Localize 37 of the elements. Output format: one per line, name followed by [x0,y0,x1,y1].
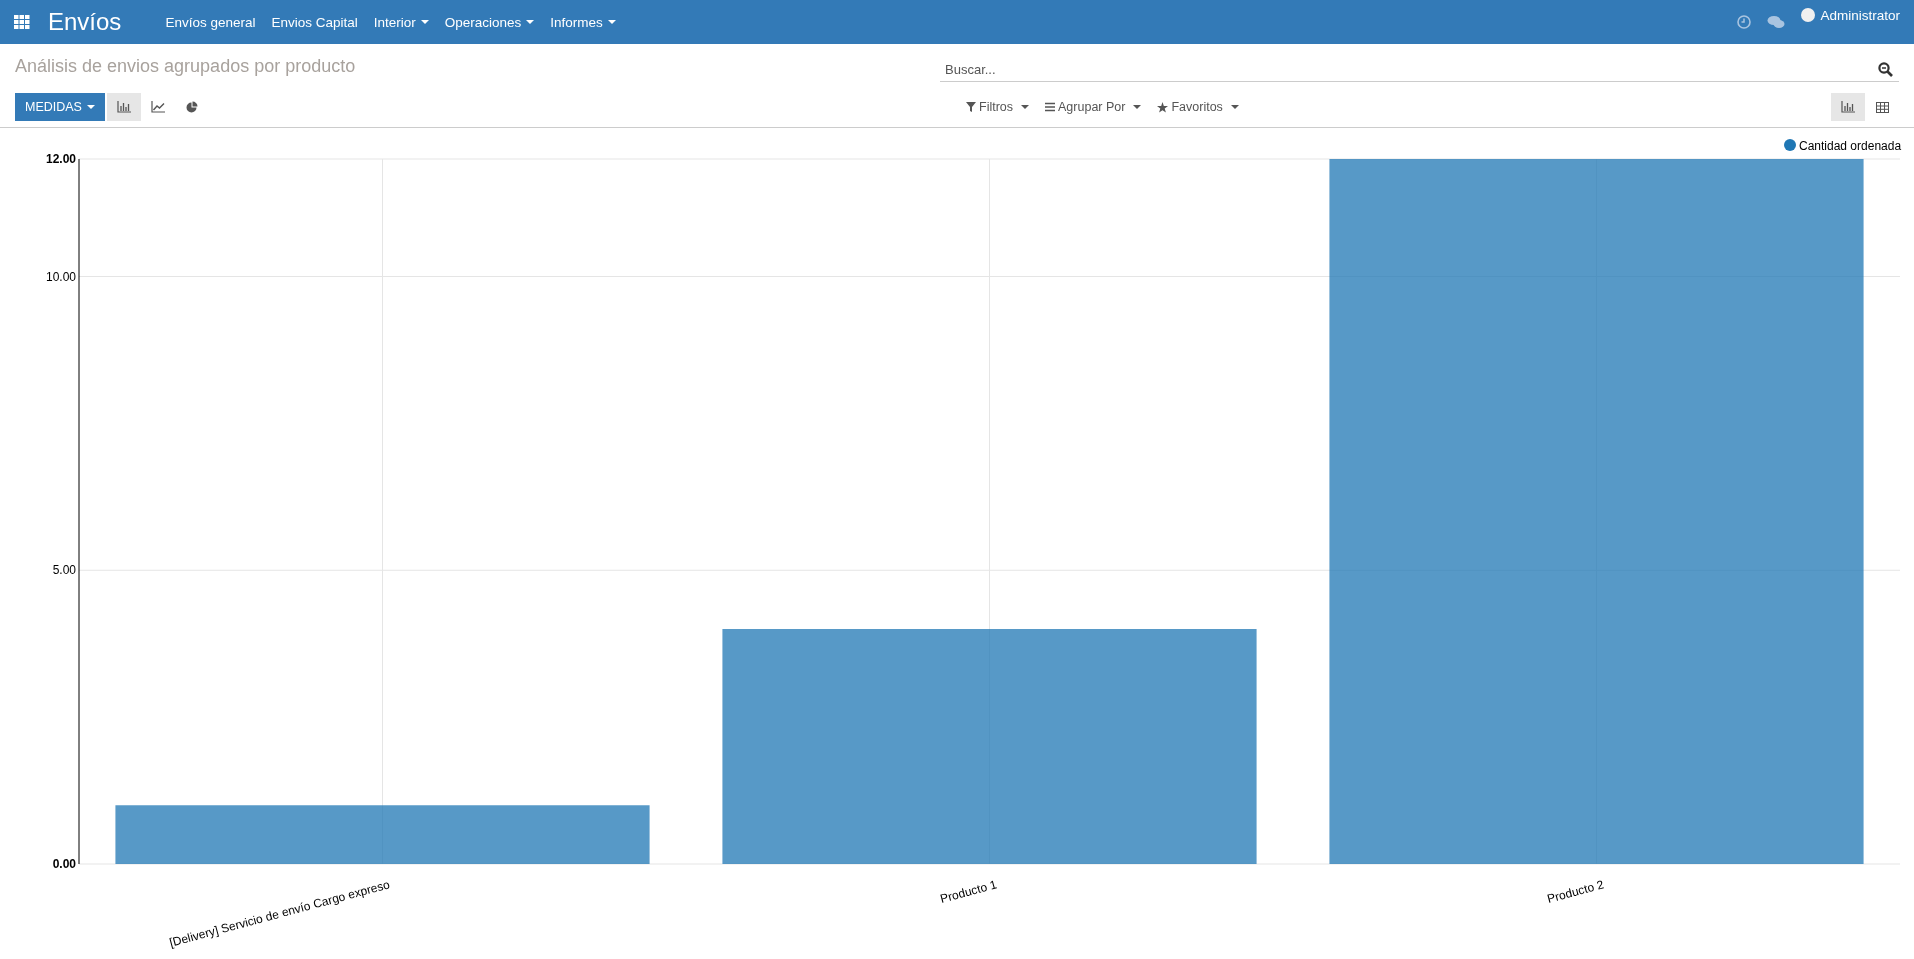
caret-icon [1021,105,1030,109]
nav-menu-item[interactable]: Interior [373,14,429,30]
nav-menu-item[interactable]: Operaciones [444,14,535,30]
caret-icon [1133,105,1142,109]
nav-menu-item[interactable]: Envios Capital [271,14,358,30]
x-tick-label: Producto 2 [1545,877,1606,906]
search-field[interactable]: Buscar... [940,59,1899,82]
x-tick-label: Producto 1 [938,877,999,906]
caret-icon [86,105,95,109]
bar-chart-icon [1841,101,1855,113]
y-tick-label: 5.00 [52,563,76,578]
avatar-icon [1801,8,1816,22]
chat-icon[interactable] [1767,15,1786,29]
pie-chart-icon [185,101,198,113]
star-icon [1157,101,1169,113]
group-by-dropdown[interactable]: Agrupar Por [1045,100,1142,114]
clock-icon[interactable] [1737,15,1752,29]
funnel-icon [966,102,976,112]
user-menu[interactable]: Administrator [1801,7,1900,23]
line-chart-icon [150,101,165,113]
search-icon[interactable] [1878,61,1893,77]
y-tick-label: 10.00 [45,269,76,284]
y-tick-label: 12.00 [45,152,76,166]
apps-menu-icon[interactable] [14,15,30,29]
caret-icon [1230,105,1239,109]
y-tick-label: 0.00 [52,857,76,871]
filters-dropdown[interactable]: Filtros [966,100,1030,114]
table-icon [1875,101,1889,113]
bar-chart-icon [116,101,131,113]
nav-menu-item[interactable]: Informes [550,14,616,30]
nav-menu-item[interactable]: Envíos general [165,14,256,30]
measures-button[interactable]: MEDIDAS [15,93,105,121]
app-title: Envíos [48,8,122,36]
bar-chart-button[interactable] [106,93,141,121]
favorites-dropdown[interactable]: Favoritos [1157,100,1239,114]
list-icon [1045,102,1056,112]
page-title: Análisis de envios agrupados por producto [15,56,356,77]
